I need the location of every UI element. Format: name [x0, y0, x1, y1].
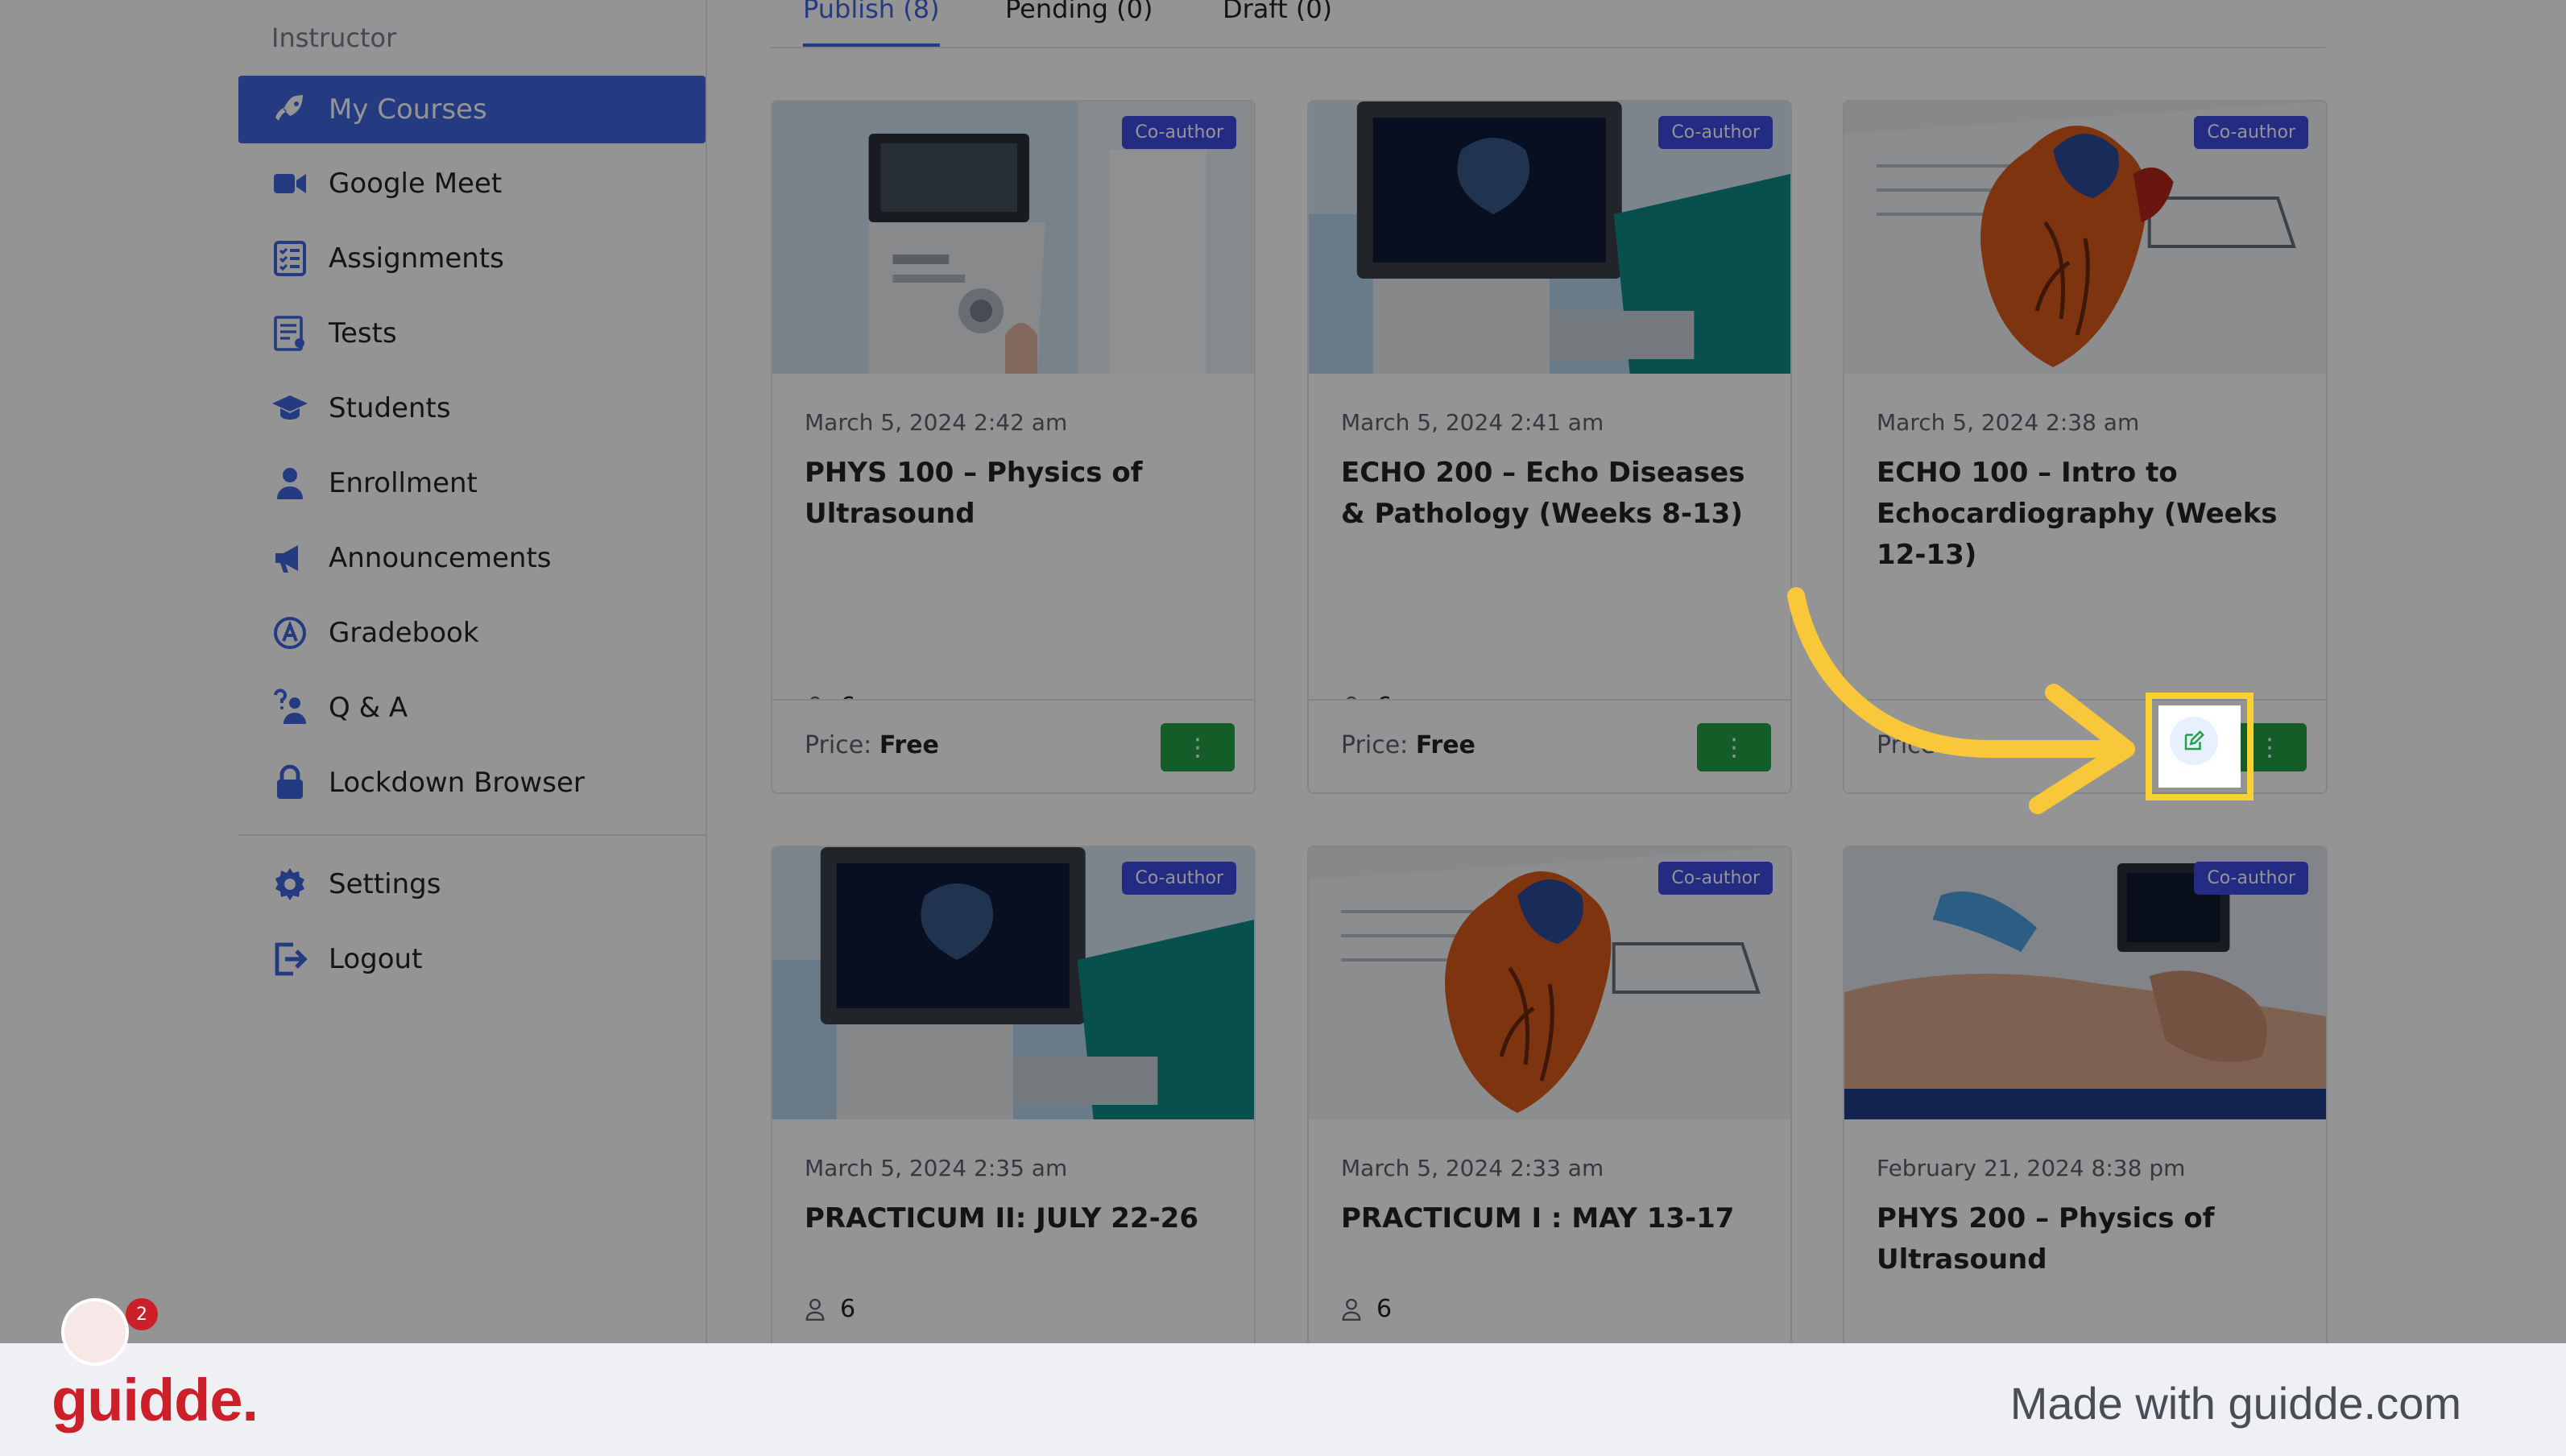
question-person-icon: [271, 689, 309, 727]
sidebar-item-my-courses[interactable]: My Courses: [238, 76, 706, 143]
course-title[interactable]: PHYS 100 – Physics of Ultrasound: [805, 453, 1223, 535]
sidebar-item-label: Q & A: [329, 692, 408, 724]
notification-badge: 2: [126, 1298, 158, 1330]
checklist-icon: [271, 239, 309, 278]
edit-course-button-highlighted[interactable]: [2170, 717, 2218, 765]
sidebar-item-logout[interactable]: Logout: [238, 925, 706, 993]
sidebar-section-label: Instructor: [271, 23, 397, 53]
sidebar-item-lockdown-browser[interactable]: Lockdown Browser: [238, 749, 706, 817]
user-icon: [271, 464, 309, 503]
course-title[interactable]: PHYS 200 – Physics of Ultrasound: [1877, 1198, 2295, 1280]
student-count: 6: [805, 1295, 855, 1323]
grade-icon: [271, 614, 309, 652]
course-card[interactable]: Co-author February 21, 2024 8:38 pm PHYS…: [1843, 846, 2328, 1409]
sidebar-item-label: Settings: [329, 868, 441, 900]
course-thumbnail[interactable]: Co-author: [1309, 101, 1790, 374]
course-price: Price: Free: [1341, 731, 1475, 759]
sidebar-item-settings[interactable]: Settings: [238, 850, 706, 918]
course-price: Price: Free: [805, 731, 939, 759]
sidebar-item-assignments[interactable]: Assignments: [238, 225, 706, 292]
sidebar-item-label: Students: [329, 392, 451, 424]
coauthor-badge: Co-author: [2194, 116, 2308, 149]
price-value: Free: [879, 731, 939, 759]
sidebar-item-label: Announcements: [329, 542, 552, 574]
price-label: Price:: [805, 731, 872, 759]
sidebar-item-label: Lockdown Browser: [329, 767, 585, 799]
sidebar-item-q-and-a[interactable]: Q & A: [238, 674, 706, 742]
sidebar-item-label: Assignments: [329, 242, 504, 275]
rocket-icon: [271, 90, 309, 129]
course-title[interactable]: PRACTICUM I : MAY 13-17: [1341, 1198, 1760, 1239]
guidde-footer: guidde. Made with guidde.com: [0, 1343, 2566, 1456]
pointer-arrow-icon: [1787, 587, 2135, 814]
course-date: March 5, 2024 2:42 am: [805, 409, 1068, 436]
megaphone-icon: [271, 539, 309, 577]
logout-icon: [271, 940, 309, 978]
course-status-tabs: Publish (8) Pending (0) Draft (0): [771, 0, 2325, 48]
course-thumbnail[interactable]: Co-author: [772, 847, 1254, 1119]
step-highlight: [2146, 693, 2254, 800]
course-title[interactable]: ECHO 100 – Intro to Echocardiography (We…: [1877, 453, 2295, 576]
app-window: Instructor My Courses Google Meet Assign…: [0, 0, 2566, 1456]
sidebar-border: [706, 0, 707, 1343]
edit-icon: [2184, 730, 2205, 751]
gear-icon: [271, 865, 309, 904]
sidebar-item-tests[interactable]: Tests: [238, 300, 706, 367]
avatar[interactable]: [61, 1298, 129, 1366]
sidebar-item-label: Google Meet: [329, 168, 503, 200]
video-camera-icon: [271, 164, 309, 203]
quiz-icon: [271, 314, 309, 353]
graduation-cap-icon: [271, 389, 309, 428]
sidebar-item-label: Logout: [329, 943, 423, 975]
course-card[interactable]: Co-author March 5, 2024 2:41 am ECHO 200…: [1307, 100, 1792, 794]
sidebar-item-label: Tests: [329, 317, 397, 350]
course-card[interactable]: Co-author March 5, 2024 2:33 am PRACTICU…: [1307, 846, 1792, 1409]
course-title[interactable]: ECHO 200 – Echo Diseases & Pathology (We…: [1341, 453, 1760, 535]
made-with-text: Made with guidde.com: [2009, 1378, 2461, 1429]
course-title[interactable]: PRACTICUM II: JULY 22-26: [805, 1198, 1223, 1239]
student-count-value: 6: [1376, 1295, 1393, 1323]
sidebar-item-label: Gradebook: [329, 617, 479, 649]
tab-pending[interactable]: Pending (0): [1005, 0, 1153, 47]
course-date: March 5, 2024 2:35 am: [805, 1155, 1068, 1181]
card-footer: Price: Free ⋮: [772, 699, 1254, 792]
tab-publish[interactable]: Publish (8): [803, 0, 940, 47]
course-thumbnail[interactable]: Co-author: [772, 101, 1254, 374]
more-options-button[interactable]: ⋮: [1697, 723, 1771, 771]
course-thumbnail[interactable]: Co-author: [1309, 847, 1790, 1119]
sidebar-item-label: My Courses: [329, 93, 487, 126]
course-thumbnail[interactable]: Co-author: [1844, 847, 2326, 1119]
lock-icon: [271, 763, 309, 802]
coauthor-badge: Co-author: [1658, 116, 1773, 149]
student-count: 6: [1341, 1295, 1392, 1323]
more-options-button[interactable]: ⋮: [1161, 723, 1235, 771]
course-card[interactable]: Co-author March 5, 2024 2:42 am PHYS 100…: [771, 100, 1256, 794]
course-date: March 5, 2024 2:41 am: [1341, 409, 1604, 436]
student-count-value: 6: [840, 1295, 856, 1323]
guidde-logo: guidde.: [52, 1367, 259, 1433]
user-outline-icon: [1342, 1298, 1361, 1321]
user-outline-icon: [805, 1298, 825, 1321]
price-label: Price:: [1341, 731, 1409, 759]
tab-draft[interactable]: Draft (0): [1223, 0, 1332, 47]
sidebar-item-enrollment[interactable]: Enrollment: [238, 449, 706, 517]
course-date: March 5, 2024 2:38 am: [1877, 409, 2140, 436]
sidebar-item-announcements[interactable]: Announcements: [238, 524, 706, 592]
coauthor-badge: Co-author: [1122, 116, 1236, 149]
coauthor-badge: Co-author: [1658, 862, 1773, 895]
sidebar-item-gradebook[interactable]: Gradebook: [238, 599, 706, 667]
sidebar-item-students[interactable]: Students: [238, 374, 706, 442]
sidebar-item-label: Enrollment: [329, 467, 478, 499]
course-date: March 5, 2024 2:33 am: [1341, 1155, 1604, 1181]
coauthor-badge: Co-author: [1122, 862, 1236, 895]
price-value: Free: [1415, 731, 1475, 759]
course-date: February 21, 2024 8:38 pm: [1877, 1155, 2186, 1181]
sidebar-divider: [238, 834, 706, 836]
coauthor-badge: Co-author: [2194, 862, 2308, 895]
course-card[interactable]: Co-author March 5, 2024 2:35 am PRACTICU…: [771, 846, 1256, 1409]
card-footer: Price: Free ⋮: [1309, 699, 1790, 792]
course-thumbnail[interactable]: Co-author: [1844, 101, 2326, 374]
sidebar-item-google-meet[interactable]: Google Meet: [238, 150, 706, 217]
